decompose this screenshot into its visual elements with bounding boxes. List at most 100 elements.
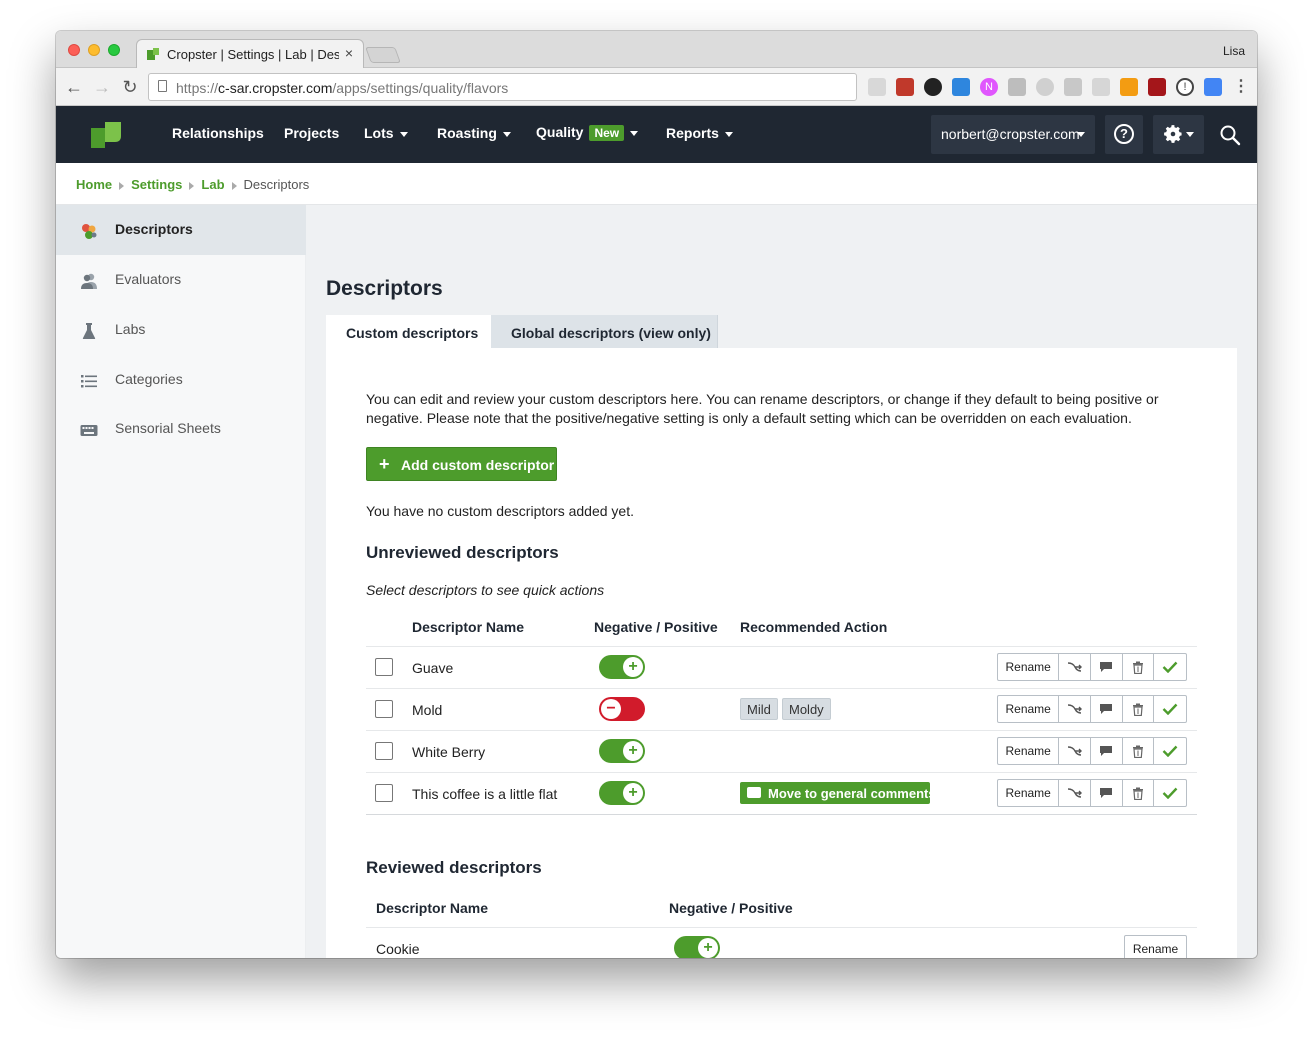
menu-dots-icon[interactable]: ⋮: [1232, 78, 1250, 96]
rename-button[interactable]: Rename: [998, 654, 1060, 680]
check-icon: [1162, 703, 1178, 715]
polarity-toggle[interactable]: +: [599, 739, 645, 763]
search-icon[interactable]: [1219, 124, 1241, 146]
help-button[interactable]: ?: [1105, 115, 1143, 154]
nav-reports[interactable]: Reports: [666, 125, 733, 141]
browser-tab[interactable]: Cropster | Settings | Lab | Descriptors …: [136, 39, 364, 69]
gear-icon: [1164, 125, 1182, 143]
extension-icon[interactable]: !: [1176, 78, 1194, 96]
settings-menu-button[interactable]: [1153, 115, 1204, 154]
extension-icon[interactable]: [868, 78, 886, 96]
profile-name[interactable]: Lisa: [1223, 44, 1245, 58]
maximize-window-button[interactable]: [108, 44, 120, 56]
address-bar[interactable]: https://c-sar.cropster.com/apps/settings…: [148, 73, 857, 101]
close-window-button[interactable]: [68, 44, 80, 56]
approve-button[interactable]: [1154, 696, 1186, 722]
extension-icon[interactable]: [1036, 78, 1054, 96]
tab-global-descriptors[interactable]: Global descriptors (view only): [491, 315, 718, 349]
comment-icon: [747, 787, 761, 798]
extension-icon[interactable]: [896, 78, 914, 96]
extension-icon[interactable]: N: [980, 78, 998, 96]
column-header-negative-positive: Negative / Positive: [594, 619, 718, 635]
rename-button[interactable]: Rename: [998, 696, 1060, 722]
extension-icon[interactable]: [952, 78, 970, 96]
sidebar-item-evaluators[interactable]: Evaluators: [56, 255, 306, 305]
rename-button[interactable]: Rename: [998, 738, 1060, 764]
approve-button[interactable]: [1154, 738, 1186, 764]
extension-icon[interactable]: [1120, 78, 1138, 96]
merge-button[interactable]: [1059, 738, 1092, 764]
minimize-window-button[interactable]: [88, 44, 100, 56]
move-to-general-comments-button[interactable]: Move to general comments: [740, 782, 936, 804]
extension-icon[interactable]: [1064, 78, 1082, 96]
row-checkbox[interactable]: [375, 784, 393, 802]
back-arrow-icon[interactable]: ←: [64, 77, 84, 97]
forward-arrow-icon[interactable]: →: [92, 77, 112, 97]
row-checkbox[interactable]: [375, 742, 393, 760]
rename-button[interactable]: Rename: [998, 780, 1060, 806]
comment-icon: [1100, 704, 1113, 714]
extension-icon[interactable]: [924, 78, 942, 96]
approve-button[interactable]: [1154, 780, 1186, 806]
add-custom-descriptor-button[interactable]: + Add custom descriptor: [366, 447, 557, 481]
sidebar-item-label: Sensorial Sheets: [115, 420, 221, 436]
merge-button[interactable]: [1059, 654, 1092, 680]
breadcrumb-home[interactable]: Home: [76, 177, 112, 192]
column-header-descriptor-name: Descriptor Name: [412, 619, 525, 635]
column-header-descriptor-name: Descriptor Name: [376, 900, 489, 916]
descriptor-name: Cookie: [376, 941, 420, 957]
sidebar-item-labs[interactable]: Labs: [56, 305, 306, 355]
polarity-toggle[interactable]: −: [599, 697, 645, 721]
sidebar-item-descriptors[interactable]: Descriptors: [56, 205, 306, 255]
tab-custom-descriptors[interactable]: Custom descriptors: [326, 315, 491, 349]
delete-button[interactable]: [1123, 780, 1155, 806]
table-divider: [366, 772, 1197, 773]
sidebar-item-categories[interactable]: Categories: [56, 355, 306, 405]
tab-close-icon[interactable]: ×: [345, 45, 353, 61]
table-divider: [366, 927, 1197, 928]
merge-button[interactable]: [1059, 696, 1092, 722]
descriptors-icon: [82, 224, 97, 239]
user-menu-button[interactable]: norbert@cropster.com: [931, 115, 1095, 154]
nav-projects[interactable]: Projects: [284, 125, 339, 141]
comment-button[interactable]: [1091, 696, 1123, 722]
cropster-logo-icon[interactable]: [91, 122, 121, 148]
comment-button[interactable]: [1091, 780, 1123, 806]
comment-button[interactable]: [1091, 654, 1123, 680]
row-checkbox[interactable]: [375, 658, 393, 676]
table-divider: [366, 646, 1197, 647]
trash-icon: [1133, 703, 1144, 716]
extension-icon[interactable]: [1092, 78, 1110, 96]
translate-extension-icon[interactable]: [1204, 78, 1222, 96]
recommended-tag[interactable]: Mild: [740, 698, 778, 720]
polarity-toggle[interactable]: +: [599, 655, 645, 679]
polarity-toggle[interactable]: +: [599, 781, 645, 805]
row-actions: Rename: [997, 779, 1187, 807]
flask-icon: [82, 323, 96, 339]
nav-relationships[interactable]: Relationships: [172, 125, 264, 141]
reload-icon[interactable]: ↻: [120, 77, 140, 97]
sidebar-item-sensorial-sheets[interactable]: Sensorial Sheets: [56, 404, 306, 454]
breadcrumb-settings[interactable]: Settings: [131, 177, 182, 192]
nav-lots[interactable]: Lots: [364, 125, 408, 141]
list-icon: [81, 375, 97, 388]
page-info-icon[interactable]: [158, 80, 167, 92]
comment-button[interactable]: [1091, 738, 1123, 764]
nav-quality[interactable]: Quality New: [536, 124, 639, 141]
nav-roasting[interactable]: Roasting: [437, 125, 511, 141]
check-icon: [1162, 787, 1178, 799]
delete-button[interactable]: [1123, 738, 1155, 764]
polarity-toggle[interactable]: +: [674, 936, 720, 958]
row-checkbox[interactable]: [375, 700, 393, 718]
merge-button[interactable]: [1059, 780, 1092, 806]
extension-icon[interactable]: [1008, 78, 1026, 96]
rename-button[interactable]: Rename: [1124, 935, 1187, 958]
breadcrumb-lab[interactable]: Lab: [201, 177, 224, 192]
delete-button[interactable]: [1123, 654, 1155, 680]
chevron-down-icon: [1077, 132, 1085, 137]
extension-icon[interactable]: [1148, 78, 1166, 96]
new-tab-button[interactable]: [365, 47, 401, 63]
approve-button[interactable]: [1154, 654, 1186, 680]
recommended-tag[interactable]: Moldy: [782, 698, 831, 720]
delete-button[interactable]: [1123, 696, 1155, 722]
